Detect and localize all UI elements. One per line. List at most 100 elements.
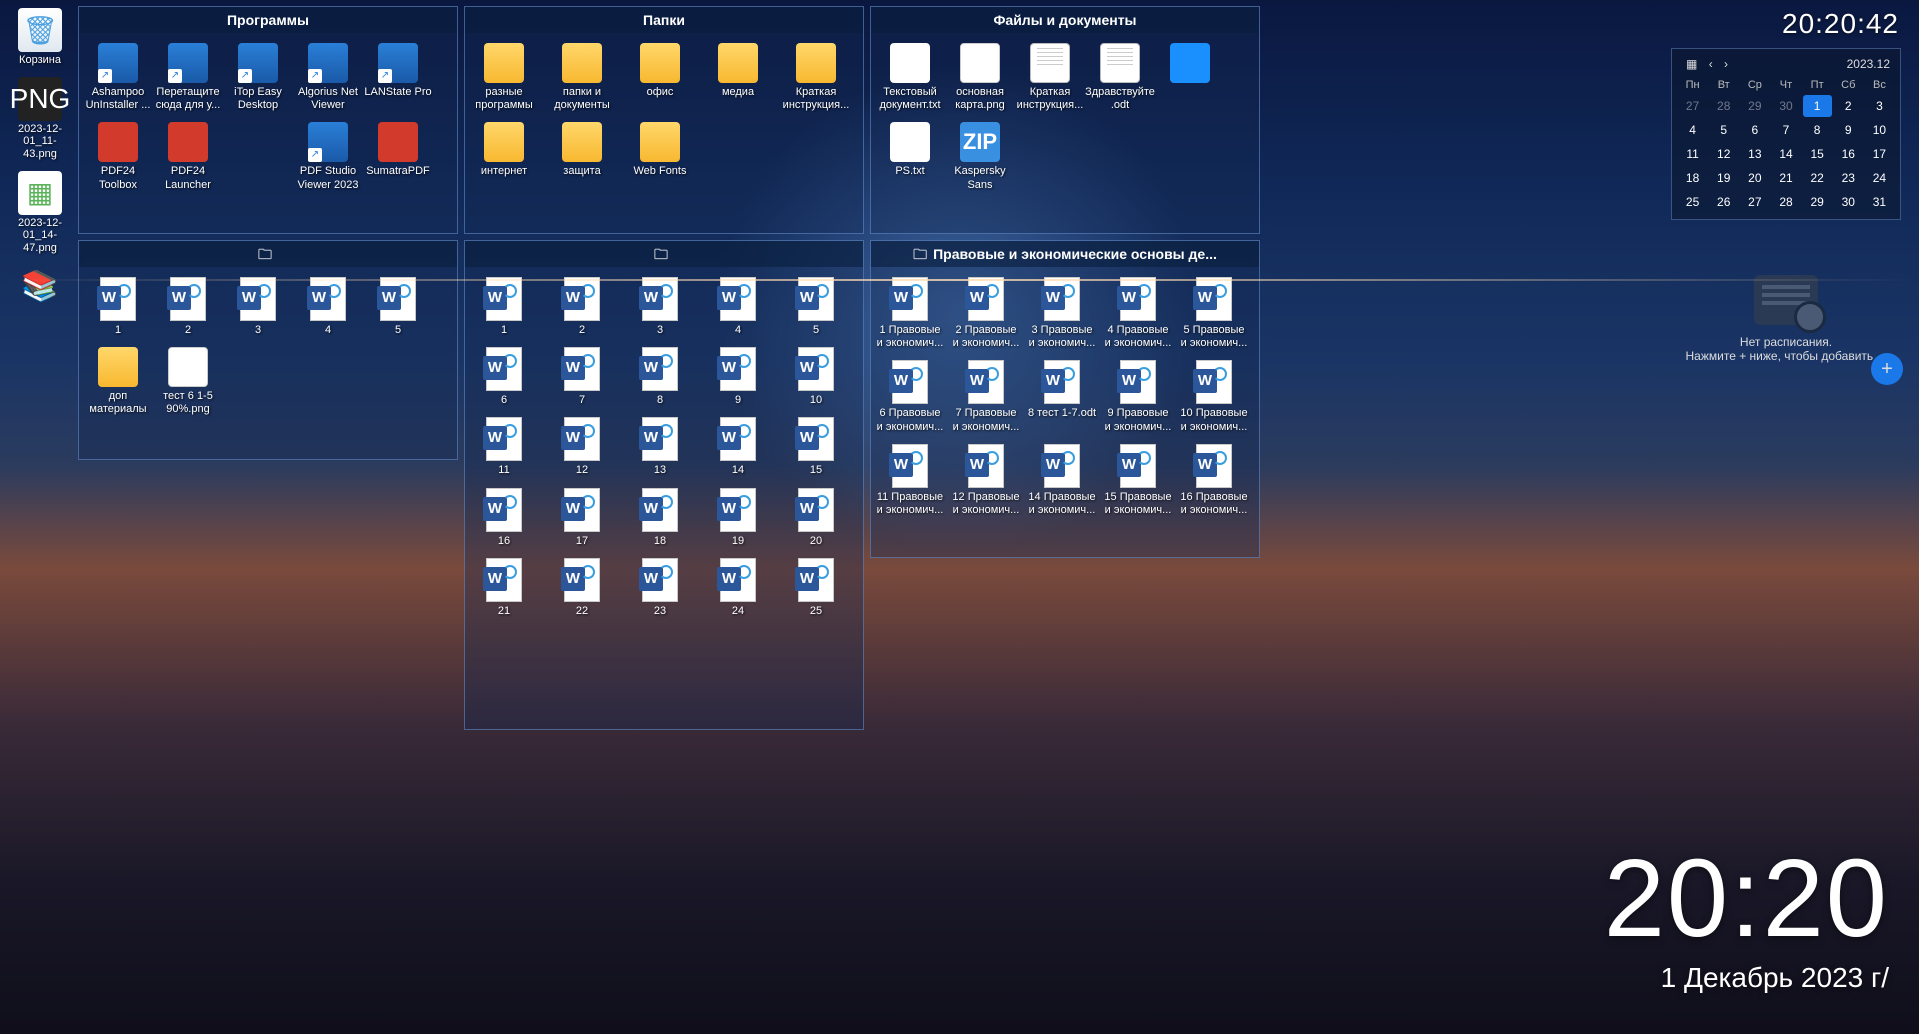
program-item[interactable]: Ashampoo UnInstaller ... <box>83 43 153 112</box>
doc-item[interactable]: 9 Правовые и экономич... <box>1103 360 1173 433</box>
calendar-day[interactable]: 11 <box>1678 143 1707 165</box>
calendar-day[interactable]: 13 <box>1740 143 1769 165</box>
fence-group-a[interactable]: 🗀 12345доп материалытест 6 1-5 90%.png <box>78 240 458 460</box>
file-item[interactable]: ZIPKaspersky Sans Regula... <box>945 122 1015 193</box>
calendar-day[interactable]: 20 <box>1740 167 1769 189</box>
calendar-day[interactable]: 5 <box>1709 119 1738 141</box>
calendar-day[interactable]: 29 <box>1803 191 1832 213</box>
folder-item[interactable]: Краткая инструкция... <box>781 43 851 112</box>
doc-item[interactable]: 24 <box>703 558 773 618</box>
file-item[interactable] <box>1155 43 1225 112</box>
doc-item[interactable]: 5 <box>363 277 433 337</box>
doc-item[interactable]: 17 <box>547 488 617 548</box>
calendar-day[interactable]: 23 <box>1834 167 1863 189</box>
file-item[interactable]: ≡PS.txt <box>875 122 945 193</box>
doc-item[interactable]: 2 Правовые и экономич... <box>951 277 1021 350</box>
program-item[interactable]: LANState Pro <box>363 43 433 112</box>
calendar-day[interactable]: 6 <box>1740 119 1769 141</box>
doc-item[interactable]: 14 Правовые и экономич... <box>1027 444 1097 517</box>
program-item[interactable]: Algorius Net Viewer <box>293 43 363 112</box>
calendar-day[interactable]: 9 <box>1834 119 1863 141</box>
program-item[interactable]: PDF24 Launcher <box>153 122 223 191</box>
schedule-add-button[interactable]: + <box>1871 353 1903 385</box>
doc-item[interactable]: 6 Правовые и экономич... <box>875 360 945 433</box>
doc-item[interactable]: 16 <box>469 488 539 548</box>
fence-folders[interactable]: Папки разные программыпапки и документыо… <box>464 6 864 234</box>
calendar-day[interactable]: 17 <box>1865 143 1894 165</box>
doc-item[interactable]: 22 <box>547 558 617 618</box>
fence-programs[interactable]: Программы Ashampoo UnInstaller ...Перета… <box>78 6 458 234</box>
doc-item[interactable]: 7 <box>547 347 617 407</box>
doc-item[interactable]: 18 <box>625 488 695 548</box>
calendar-day[interactable]: 14 <box>1771 143 1800 165</box>
calendar-day[interactable]: 7 <box>1771 119 1800 141</box>
doc-item[interactable]: 11 Правовые и экономич... <box>875 444 945 517</box>
calendar-day[interactable]: 22 <box>1803 167 1832 189</box>
fence-header[interactable]: Файлы и документы <box>871 7 1259 33</box>
folder-item[interactable]: интернет <box>469 122 539 178</box>
doc-item[interactable]: 16 Правовые и экономич... <box>1179 444 1249 517</box>
calendar-day[interactable]: 28 <box>1771 191 1800 213</box>
calendar-day[interactable]: 16 <box>1834 143 1863 165</box>
doc-item[interactable]: 9 <box>703 347 773 407</box>
calendar-day[interactable]: 8 <box>1803 119 1832 141</box>
calendar-day[interactable]: 2 <box>1834 95 1863 117</box>
doc-item[interactable]: 19 <box>703 488 773 548</box>
file-item[interactable]: Здравствуйте.odt <box>1085 43 1155 112</box>
doc-item[interactable]: 10 <box>781 347 851 407</box>
calendar-day[interactable]: 26 <box>1709 191 1738 213</box>
doc-item[interactable]: 2 <box>547 277 617 337</box>
doc-item[interactable]: 5 Правовые и экономич... <box>1179 277 1249 350</box>
calendar-day[interactable]: 21 <box>1771 167 1800 189</box>
calendar-day[interactable]: 31 <box>1865 191 1894 213</box>
doc-item[interactable]: 21 <box>469 558 539 618</box>
fence-header[interactable]: Папки <box>465 7 863 33</box>
calendar-day[interactable]: 12 <box>1709 143 1738 165</box>
folder-item[interactable]: папки и документы <box>547 43 617 112</box>
doc-item[interactable]: 7 Правовые и экономич... <box>951 360 1021 433</box>
folder-item[interactable]: Web Fonts <box>625 122 695 178</box>
calendar-day[interactable]: 30 <box>1834 191 1863 213</box>
file-item[interactable]: основная карта.png <box>945 43 1015 112</box>
doc-item[interactable]: 14 <box>703 417 773 477</box>
folder-item[interactable]: защита <box>547 122 617 178</box>
folder-item[interactable]: офис <box>625 43 695 112</box>
doc-item[interactable]: 15 <box>781 417 851 477</box>
calendar-day-other[interactable]: 29 <box>1740 95 1769 117</box>
doc-item[interactable]: 10 Правовые и экономич... <box>1179 360 1249 433</box>
doc-item[interactable]: 20 <box>781 488 851 548</box>
desktop-icon-recycle[interactable]: 🗑 Корзина <box>8 8 72 67</box>
program-item[interactable]: SumatraPDF <box>363 122 433 191</box>
program-item[interactable]: iTop Easy Desktop <box>223 43 293 112</box>
fence-header[interactable]: Программы <box>79 7 457 33</box>
doc-item[interactable]: 1 <box>469 277 539 337</box>
doc-item[interactable]: 4 <box>703 277 773 337</box>
doc-item[interactable]: 23 <box>625 558 695 618</box>
calendar-day[interactable]: 25 <box>1678 191 1707 213</box>
desktop-icon-png2[interactable]: ▦ 2023-12-01_14-47.png <box>8 171 72 255</box>
fence-header[interactable]: 🗀 <box>79 241 457 267</box>
fence-header[interactable]: 🗀 <box>465 241 863 267</box>
doc-item[interactable]: 3 <box>625 277 695 337</box>
doc-item[interactable]: 2 <box>153 277 223 337</box>
doc-item[interactable]: 6 <box>469 347 539 407</box>
fence-group-b[interactable]: 🗀 12345678910111213141516171819202122232… <box>464 240 864 730</box>
desktop-icon-books[interactable]: 📚 <box>8 264 72 308</box>
calendar-day[interactable]: 19 <box>1709 167 1738 189</box>
extra-item[interactable]: тест 6 1-5 90%.png <box>153 347 223 416</box>
fence-header[interactable]: 🗀Правовые и экономические основы де... <box>871 241 1259 267</box>
calendar-day[interactable]: 4 <box>1678 119 1707 141</box>
fence-files[interactable]: Файлы и документы ≡Текстовый документ.tx… <box>870 6 1260 234</box>
program-item[interactable]: Перетащите сюда для у... <box>153 43 223 112</box>
doc-item[interactable]: 15 Правовые и экономич... <box>1103 444 1173 517</box>
file-item[interactable]: Краткая инструкция... <box>1015 43 1085 112</box>
doc-item[interactable]: 1 <box>83 277 153 337</box>
doc-item[interactable]: 8 тест 1-7.odt <box>1027 360 1097 433</box>
calendar-day-other[interactable]: 28 <box>1709 95 1738 117</box>
calendar-day[interactable]: 15 <box>1803 143 1832 165</box>
doc-item[interactable]: 1 Правовые и экономич... <box>875 277 945 350</box>
doc-item[interactable]: 8 <box>625 347 695 407</box>
doc-item[interactable]: 12 Правовые и экономич... <box>951 444 1021 517</box>
program-item[interactable]: PDF Studio Viewer 2023 <box>293 122 363 191</box>
calendar-prev[interactable]: ‹ <box>1705 57 1717 71</box>
